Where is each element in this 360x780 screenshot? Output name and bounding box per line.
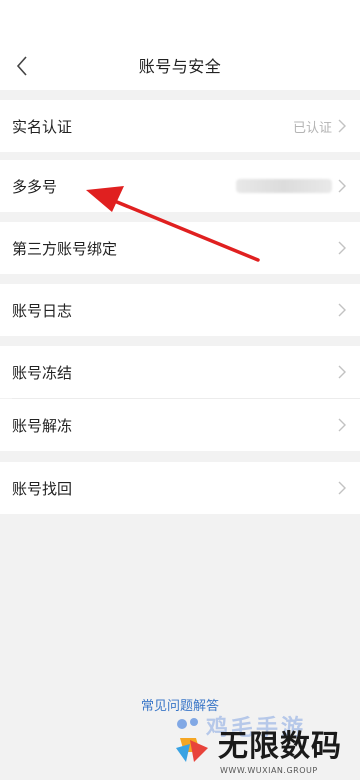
chevron-right-icon: [338, 178, 348, 194]
obscured-duoduo-id: [236, 179, 332, 193]
row-real-name-verification[interactable]: 实名认证 已认证: [0, 100, 360, 152]
row-label: 第三方账号绑定: [12, 239, 118, 258]
watermark-brand-text: 无限数码: [218, 729, 342, 764]
row-account-recovery[interactable]: 账号找回: [0, 462, 360, 514]
row-account-unfreeze[interactable]: 账号解冻: [0, 399, 360, 451]
row-third-party-binding[interactable]: 第三方账号绑定: [0, 222, 360, 274]
row-label: 实名认证: [12, 117, 73, 136]
chevron-right-icon: [338, 118, 348, 134]
row-duoduo-id[interactable]: 多多号: [0, 160, 360, 212]
watermark-url: WWW.WUXIAN.GROUP: [220, 766, 318, 775]
row-label: 账号日志: [12, 301, 73, 320]
row-label: 账号冻结: [12, 363, 73, 382]
chevron-right-icon: [338, 480, 348, 496]
row-label: 多多号: [12, 177, 58, 196]
chevron-right-icon: [338, 240, 348, 256]
chevron-left-icon: [16, 56, 27, 76]
status-bar: [0, 0, 360, 40]
verification-status: 已认证: [292, 120, 332, 136]
back-button[interactable]: [8, 52, 36, 80]
chevron-right-icon: [338, 364, 348, 380]
row-label: 账号找回: [12, 479, 73, 498]
chevron-right-icon: [338, 417, 348, 433]
nav-bar: 账号与安全: [0, 40, 360, 90]
chevron-right-icon: [338, 302, 348, 318]
page-title: 账号与安全: [138, 57, 222, 76]
row-account-freeze[interactable]: 账号冻结: [0, 346, 360, 398]
row-label: 账号解冻: [12, 416, 73, 435]
row-account-log[interactable]: 账号日志: [0, 284, 360, 336]
